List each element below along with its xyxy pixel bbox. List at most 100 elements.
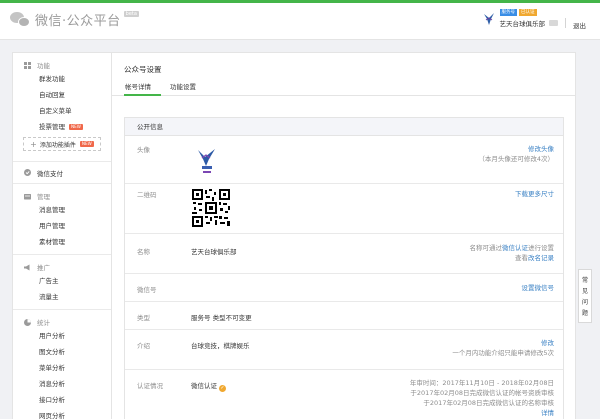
change-avatar-link[interactable]: 修改头像 [528, 145, 554, 153]
sidebar-item-menu-analysis[interactable]: 菜单分析 [13, 360, 111, 376]
verification-details-link[interactable]: 详情 [541, 409, 554, 417]
grid-icon [24, 61, 31, 69]
public-info-panel: 公开信息 头像 修改头像 （本月头像还可修改4次） 二维码 下载更多尺寸 名称 … [124, 117, 564, 419]
main-content: 公众号设置 帐号详情 功能设置 公开信息 头像 修改头像 （本月头像还可修改4次… [111, 52, 576, 419]
sidebar-item-custom-menu[interactable]: 自定义菜单 [13, 103, 111, 119]
logout-link[interactable]: 退出 [573, 20, 586, 30]
set-wechat-id-link[interactable]: 设置微信号 [522, 283, 555, 293]
sidebar-item-api-analysis[interactable]: 接口分析 [13, 392, 111, 408]
sidebar-item-publisher[interactable]: 流量主 [13, 289, 111, 305]
sidebar-item-mass-send[interactable]: 群发功能 [13, 71, 111, 87]
sidebar-item-label: 自动回复 [39, 91, 65, 99]
tab-bar: 帐号详情 功能设置 [112, 80, 575, 96]
sidebar-item-label: 用户管理 [39, 222, 65, 230]
faq-char: 常 [581, 277, 588, 284]
sidebar-item-label: 微信支付 [37, 169, 63, 178]
panel-title: 公开信息 [125, 118, 563, 136]
sidebar-head-function: 功能 [13, 59, 111, 71]
row-label-wechat-id: 微信号 [137, 286, 157, 294]
logo[interactable]: 微信·公众平台 beta [10, 10, 139, 29]
row-label-name: 名称 [137, 248, 150, 256]
row-intro: 介绍 台球竞技，棋牌娱乐 修改 一个月内功能介绍只能申请修改5次 [125, 330, 563, 370]
account-name[interactable]: 艺天台球俱乐部 [500, 18, 546, 28]
sidebar-item-label: 网页分析 [39, 412, 65, 419]
row-label-qrcode: 二维码 [137, 191, 157, 199]
sidebar-item-label: 自定义菜单 [39, 107, 72, 115]
name-hint-prefix: 名称可通过 [469, 244, 503, 252]
row-label-verification: 认证情况 [137, 382, 163, 390]
row-wechat-id: 微信号 设置微信号 [125, 274, 563, 302]
sidebar-item-users[interactable]: 用户管理 [13, 218, 111, 234]
sidebar-item-article-analysis[interactable]: 图文分析 [13, 344, 111, 360]
name-review: 于2017年02月08日完成微信认证的名称审核 [423, 399, 554, 407]
sidebar-item-vote[interactable]: 投票管理 NEW [13, 119, 111, 135]
intro-limit-hint: 一个月内功能介绍只能申请修改5次 [452, 349, 554, 357]
add-plugin-button[interactable]: + 添加功能插件 NEW [23, 137, 101, 151]
rename-record-link[interactable]: 改名记录 [528, 254, 554, 262]
qualification-review: 于2017年02月08日完成微信认证的帐号资质审核 [410, 389, 554, 397]
sidebar-item-web-analysis[interactable]: 网页分析 [13, 408, 111, 419]
sidebar-item-label: 投票管理 [39, 123, 65, 131]
sidebar-item-auto-reply[interactable]: 自动回复 [13, 87, 111, 103]
verification-text: 微信认证 [191, 382, 217, 390]
page-title: 公众号设置 [124, 65, 162, 74]
tab-account-details[interactable]: 帐号详情 [124, 80, 161, 96]
message-icon[interactable] [549, 20, 558, 26]
sidebar-item-label: 消息分析 [39, 380, 65, 388]
top-bar: 微信·公众平台 beta 服务号 已认证 艺天台球俱乐部 退出 [0, 3, 600, 40]
account-info: 服务号 已认证 艺天台球俱乐部 [499, 9, 558, 28]
sidebar-item-label: 流量主 [39, 293, 59, 301]
sidebar-head-promote: 推广 [13, 261, 111, 273]
review-period: 年审时间：2017年11月10日 - 2018年02月08日 [409, 379, 554, 387]
sidebar-item-user-analysis[interactable]: 用户分析 [13, 328, 111, 344]
intro-value: 台球竞技，棋牌娱乐 [191, 342, 250, 350]
wechat-logo-icon [10, 11, 32, 29]
avatar-change-hint: （本月头像还可修改4次） [478, 155, 554, 163]
new-badge: NEW [79, 141, 94, 147]
sidebar-head-label: 统计 [37, 319, 50, 327]
sidebar-item-label: 图文分析 [39, 348, 65, 356]
row-label-type: 类型 [137, 314, 150, 322]
tab-function-settings[interactable]: 功能设置 [170, 80, 196, 96]
new-badge: NEW [69, 124, 83, 130]
pie-chart-icon [24, 318, 31, 326]
verification-value: 微信认证 ✓ [191, 380, 226, 392]
avatar-actions: 修改头像 （本月头像还可修改4次） [478, 144, 554, 164]
account-name-value: 艺天台球俱乐部 [191, 248, 237, 256]
sidebar-head-stats: 统计 [13, 316, 111, 328]
edit-intro-link[interactable]: 修改 [541, 339, 554, 347]
account-type-value: 服务号 类型不可变更 [191, 314, 252, 322]
sidebar: 功能 群发功能 自动回复 自定义菜单 投票管理 NEW + 添加功能插件 NEW … [12, 52, 112, 419]
sidebar-item-messages[interactable]: 消息管理 [13, 202, 111, 218]
name-actions: 名称可通过微信认证进行设置 查看改名记录 [470, 243, 555, 263]
sidebar-item-label: 菜单分析 [39, 364, 65, 372]
plus-icon: + [30, 139, 37, 149]
verified-check-icon: ✓ [219, 385, 226, 392]
wechat-verify-link[interactable]: 微信认证 [502, 244, 528, 252]
row-avatar: 头像 修改头像 （本月头像还可修改4次） [125, 136, 563, 184]
service-account-badge: 服务号 [499, 9, 517, 16]
add-plugin-label: 添加功能插件 [39, 141, 76, 149]
account-avatar[interactable] [482, 11, 496, 27]
row-type: 类型 服务号 类型不可变更 [125, 302, 563, 330]
faq-float-button[interactable]: 常 见 问 题 [578, 269, 592, 323]
intro-actions: 修改 一个月内功能介绍只能申请修改5次 [452, 338, 554, 358]
sidebar-item-wechat-pay[interactable]: 微信支付 [13, 162, 111, 184]
row-qrcode: 二维码 下载更多尺寸 [125, 184, 563, 234]
sidebar-item-label: 用户分析 [39, 332, 65, 340]
sidebar-group-stats: 统计 用户分析 图文分析 菜单分析 消息分析 接口分析 网页分析 [13, 310, 111, 419]
account-avatar-image [193, 146, 221, 176]
beta-badge: beta [123, 11, 139, 17]
sidebar-item-message-analysis[interactable]: 消息分析 [13, 376, 111, 392]
sidebar-item-label: 消息管理 [39, 206, 65, 214]
divider [565, 18, 566, 28]
sidebar-item-materials[interactable]: 素材管理 [13, 234, 111, 250]
row-label-intro: 介绍 [137, 342, 150, 350]
sidebar-head-label: 功能 [37, 62, 50, 70]
faq-char: 见 [581, 288, 588, 295]
megaphone-icon [24, 264, 30, 270]
sidebar-item-label: 接口分析 [39, 396, 65, 404]
download-qr-link[interactable]: 下载更多尺寸 [515, 189, 554, 199]
qr-code-image [191, 188, 231, 228]
sidebar-item-advertiser[interactable]: 广告主 [13, 273, 111, 289]
